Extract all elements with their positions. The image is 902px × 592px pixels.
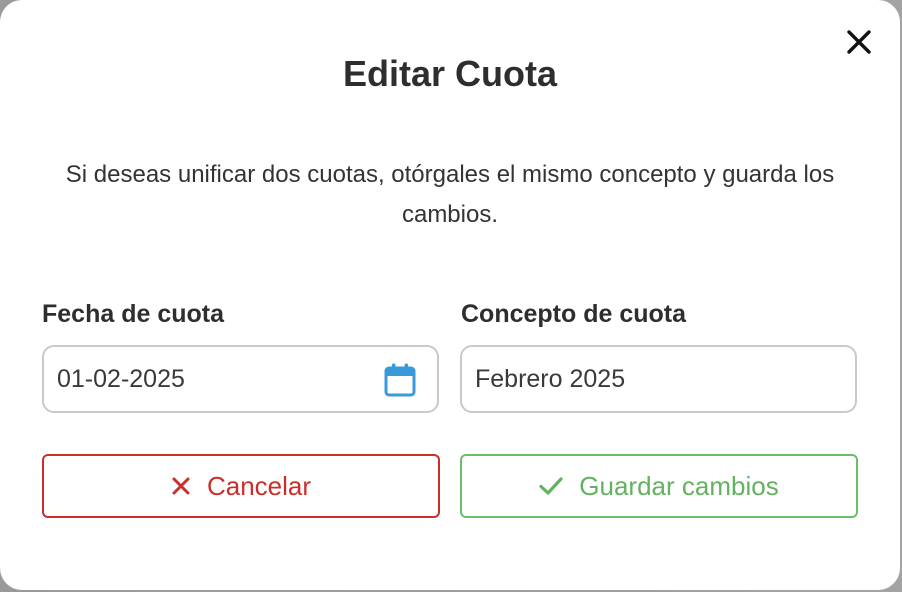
x-icon — [171, 476, 191, 496]
dialog-title: Editar Cuota — [342, 53, 557, 94]
check-icon — [539, 476, 563, 496]
fecha-label: Fecha de cuota — [42, 300, 224, 328]
calendar-icon[interactable] — [383, 362, 417, 398]
cancel-button[interactable]: Cancelar — [42, 454, 440, 518]
concepto-input[interactable] — [462, 359, 775, 399]
save-button[interactable]: Guardar cambios — [460, 454, 858, 518]
dialog-description: Si deseas unificar dos cuotas, otórgales… — [65, 161, 835, 228]
concepto-field — [460, 345, 857, 413]
concepto-label: Concepto de cuota — [461, 300, 687, 328]
fecha-input[interactable] — [44, 359, 357, 399]
cancel-label: Cancelar — [206, 470, 312, 501]
modal-backdrop: Editar Cuota Si deseas unificar dos cuot… — [0, 0, 902, 592]
edit-cuota-dialog: Editar Cuota Si deseas unificar dos cuot… — [0, 0, 900, 590]
fecha-field — [42, 345, 439, 413]
save-label: Guardar cambios — [579, 470, 779, 501]
